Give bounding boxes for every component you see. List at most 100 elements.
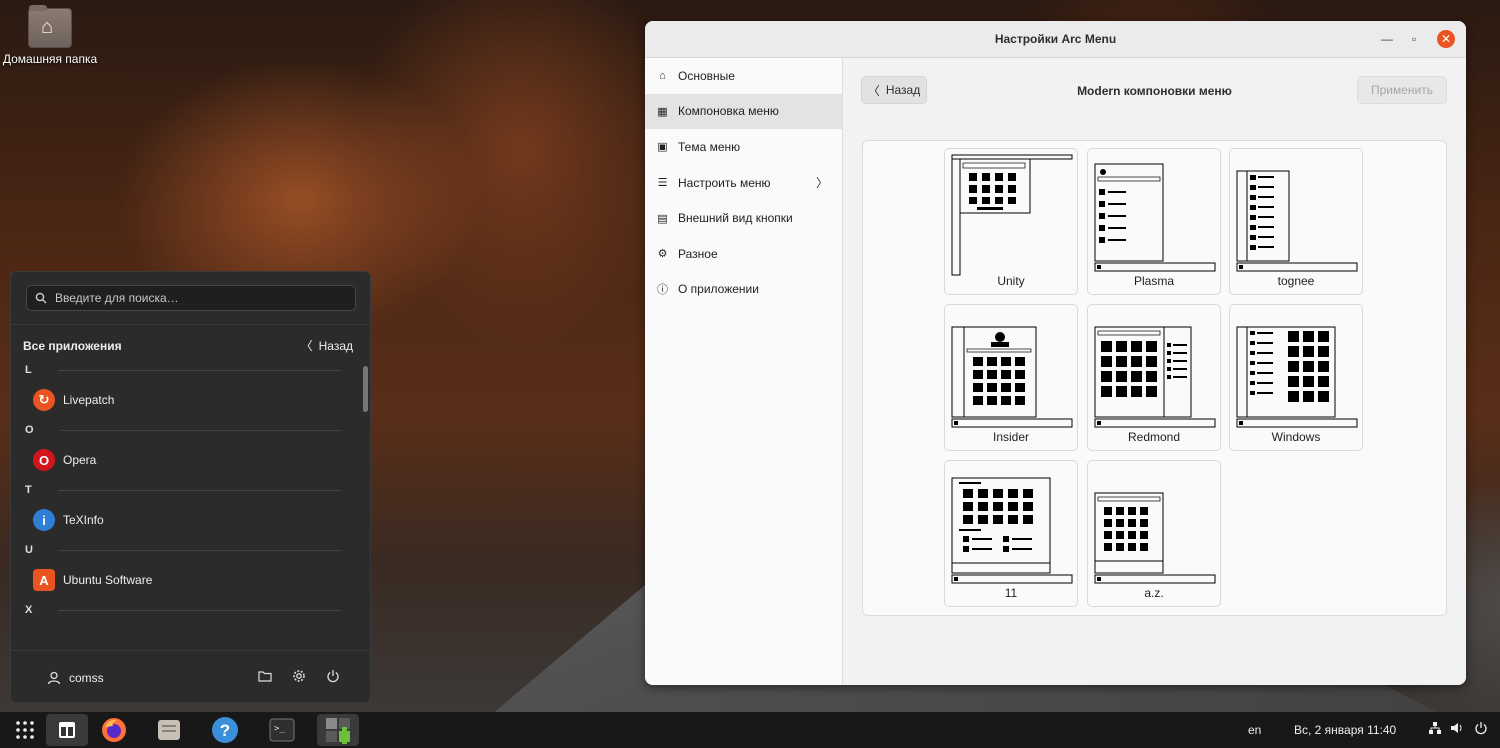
apps-list[interactable]: L ↻ Livepatch O O Opera T i TeXInfo U A …	[11, 360, 361, 650]
maximize-button[interactable]: ▫	[1405, 30, 1423, 48]
layout-grid: Unity Plasma tognee Insider Redmond Wind…	[862, 140, 1447, 616]
group-letter: O	[11, 420, 361, 440]
sidebar-item-label: Внешний вид кнопки	[678, 211, 793, 226]
back-button-label: Назад	[885, 83, 921, 97]
list-item[interactable]: ↻ Livepatch	[11, 380, 361, 420]
insider-layout-preview	[951, 326, 1073, 428]
window-title: Настройки Arc Menu	[994, 32, 1117, 46]
group-letter: L	[11, 360, 361, 380]
chevron-left-icon: 〈	[300, 339, 313, 353]
misc-icon: ⚙	[657, 248, 668, 261]
sidebar-item-label: Настроить меню	[678, 175, 771, 190]
layout-card-plasma[interactable]: Plasma	[1087, 148, 1221, 295]
sidebar-item-misc[interactable]: ⚙ Разное	[645, 236, 842, 272]
list-item[interactable]: A Ubuntu Software	[11, 560, 361, 600]
power-icon	[327, 670, 339, 683]
search-input[interactable]: Введите для поиска…	[26, 285, 356, 311]
terminal-icon: >_	[269, 718, 295, 742]
sidebar-item-customize-menu[interactable]: ☰ Настроить меню 〉	[645, 165, 842, 201]
layout-name: a.z.	[1144, 586, 1164, 600]
help-button[interactable]: ?	[204, 714, 246, 746]
scrollbar[interactable]	[363, 366, 368, 412]
firefox-icon	[102, 718, 126, 742]
network-icon[interactable]	[1428, 721, 1442, 738]
sidebar-item-label: Разное	[678, 246, 718, 261]
tognee-layout-preview	[1236, 170, 1358, 272]
layout-card-redmond[interactable]: Redmond	[1087, 304, 1221, 451]
layout-name: Redmond	[1127, 430, 1181, 444]
show-apps-button[interactable]	[4, 714, 46, 746]
user-button[interactable]: comss	[47, 671, 248, 685]
list-item[interactable]: O Opera	[11, 440, 361, 480]
sidebar-item-general[interactable]: ⌂ Основные	[645, 58, 842, 94]
close-icon: ✕	[1440, 32, 1452, 46]
arc-menu-panel: Введите для поиска… Все приложения 〈 Наз…	[10, 271, 371, 703]
apply-button[interactable]: Применить	[1357, 76, 1447, 104]
sidebar-item-label: Компоновка меню	[678, 104, 779, 119]
layout-card-insider[interactable]: Insider	[944, 304, 1078, 451]
folder-icon	[258, 671, 272, 682]
list-item[interactable]: i TeXInfo	[11, 500, 361, 540]
sidebar-item-button-appearance[interactable]: ▤ Внешний вид кнопки	[645, 200, 842, 236]
power-menu-icon[interactable]	[1474, 721, 1488, 738]
layout-card-unity[interactable]: Unity	[944, 148, 1078, 295]
settings-button[interactable]	[282, 669, 316, 686]
arcmenu-icon	[59, 722, 75, 738]
user-name: comss	[69, 670, 104, 685]
power-button[interactable]	[316, 669, 350, 686]
taskbar: ? >_ en Вс, 2 января 11:40	[0, 712, 1500, 748]
help-icon: ?	[212, 717, 238, 743]
layout-name: 11	[1004, 586, 1018, 600]
home-folder-icon: ⌂	[28, 5, 72, 48]
settings-sidebar: ⌂ Основные ▦ Компоновка меню ▣ Тема меню…	[645, 58, 843, 685]
sidebar-item-label: Основные	[678, 68, 735, 83]
close-button[interactable]: ✕	[1437, 30, 1455, 48]
desktop-home-folder-label: Домашняя папка	[2, 52, 98, 66]
layout-card-tognee[interactable]: tognee	[1229, 148, 1363, 295]
opera-icon: O	[33, 449, 55, 471]
minimize-button[interactable]: —	[1378, 30, 1396, 48]
sidebar-item-menu-layout[interactable]: ▦ Компоновка меню	[645, 93, 842, 130]
all-apps-title: Все приложения	[23, 338, 122, 353]
keyboard-layout-indicator[interactable]: en	[1248, 723, 1261, 737]
folder-button[interactable]	[248, 670, 282, 685]
app-name: Livepatch	[63, 393, 115, 407]
sidebar-item-about[interactable]: ⓘ О приложении	[645, 272, 842, 308]
minimize-icon: —	[1381, 32, 1393, 46]
clock[interactable]: Вс, 2 января 11:40	[1294, 723, 1396, 737]
sidebar-item-menu-theme[interactable]: ▣ Тема меню	[645, 129, 842, 165]
sidebar-item-label: Тема меню	[678, 139, 741, 154]
theme-icon: ▣	[657, 141, 668, 154]
arcmenu-button[interactable]	[46, 714, 88, 746]
layout-icon: ▦	[657, 105, 668, 118]
files-button[interactable]	[148, 714, 190, 746]
volume-icon[interactable]	[1450, 721, 1464, 738]
chevron-left-icon: 〈	[867, 83, 880, 98]
layout-card-11[interactable]: 11	[944, 460, 1078, 607]
divider	[11, 324, 370, 325]
svg-text:>_: >_	[274, 724, 285, 734]
extensions-icon	[326, 718, 350, 744]
layout-card-windows[interactable]: Windows	[1229, 304, 1363, 451]
search-placeholder: Введите для поиска…	[55, 291, 179, 305]
windows-layout-preview	[1236, 326, 1358, 428]
info-icon: i	[33, 509, 55, 531]
layout-name: Windows	[1271, 430, 1321, 444]
layout-name: Plasma	[1133, 274, 1174, 288]
button-appearance-icon: ▤	[657, 212, 668, 225]
back-button[interactable]: 〈 Назад	[301, 337, 353, 354]
arc-menu-settings-window: Настройки Arc Menu — ▫ ✕ ⌂ Основные ▦ Ко…	[645, 21, 1466, 685]
layout-card-az[interactable]: a.z.	[1087, 460, 1221, 607]
app-name: TeXInfo	[63, 513, 104, 527]
redmond-layout-preview	[1094, 326, 1216, 428]
ubuntu-software-icon: A	[33, 569, 55, 591]
back-button[interactable]: 〈 Назад	[861, 76, 927, 104]
titlebar[interactable]: Настройки Arc Menu — ▫ ✕	[645, 21, 1466, 58]
desktop-home-folder[interactable]: ⌂ Домашняя папка	[0, 5, 100, 66]
app-name: Ubuntu Software	[63, 573, 153, 587]
svg-text:?: ?	[220, 721, 230, 740]
extensions-button[interactable]	[317, 714, 359, 746]
terminal-button[interactable]: >_	[261, 714, 303, 746]
firefox-button[interactable]	[93, 714, 135, 746]
group-letter: T	[11, 480, 361, 500]
